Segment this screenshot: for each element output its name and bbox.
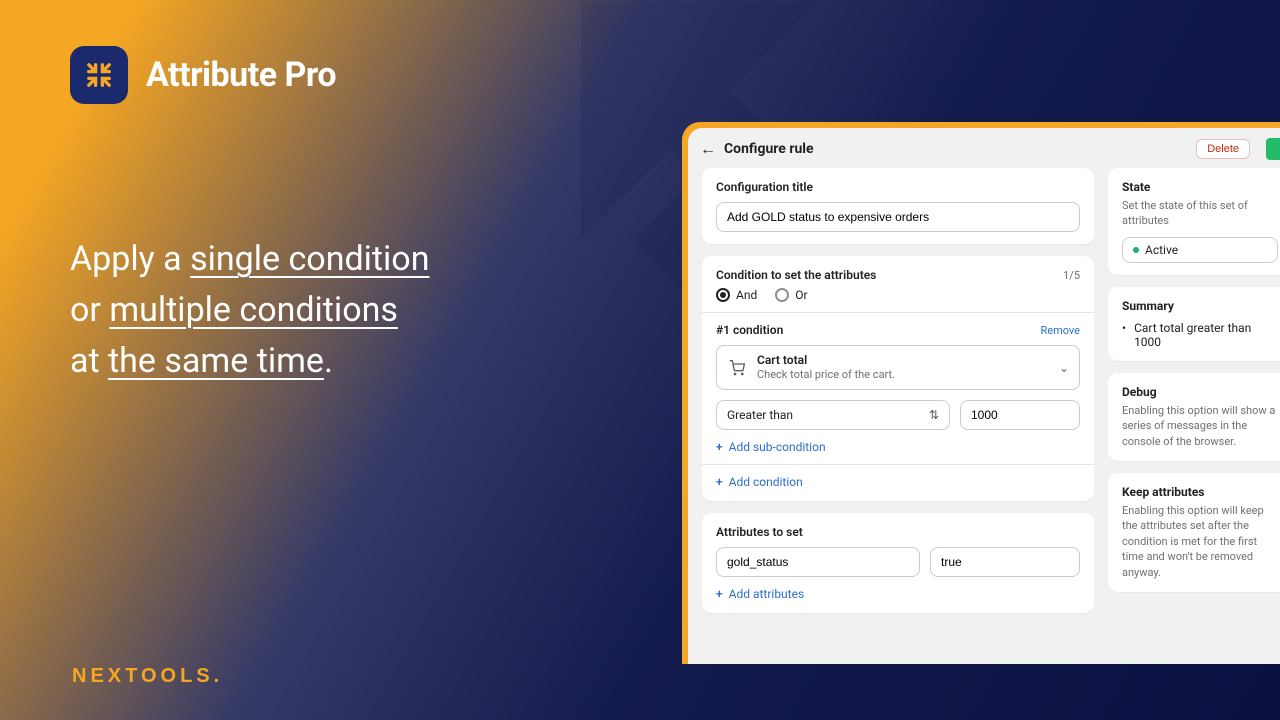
add-attributes-link[interactable]: + Add attributes [716, 587, 804, 601]
keep-desc: Enabling this option will keep the attri… [1122, 503, 1278, 580]
app-name: Attribute Pro [146, 55, 336, 95]
add-sub-condition-link[interactable]: + Add sub-condition [716, 440, 826, 454]
link-label: Add condition [729, 475, 803, 489]
condition-type-desc: Check total price of the cart. [757, 367, 895, 382]
remove-condition-link[interactable]: Remove [1040, 324, 1080, 337]
topbar: ← Configure rule Delete [688, 128, 1280, 168]
delete-button[interactable]: Delete [1196, 139, 1250, 159]
condition-number: #1 condition [716, 323, 783, 337]
plus-icon: + [716, 475, 723, 489]
state-value: Active [1145, 243, 1178, 257]
promo-area: Attribute Pro Apply a single condition o… [70, 46, 630, 387]
link-label: Add attributes [729, 587, 805, 601]
attributes-card: Attributes to set + Add attributes [702, 513, 1094, 613]
state-card: State Set the state of this set of attri… [1108, 168, 1280, 275]
plus-icon: + [716, 587, 723, 601]
conditions-count: 1/5 [1063, 269, 1080, 282]
config-title-label: Configuration title [716, 180, 1080, 194]
state-select[interactable]: Active [1122, 237, 1278, 263]
headline: Apply a single condition or multiple con… [70, 234, 630, 387]
chevron-down-icon: ⌄ [1059, 361, 1069, 375]
app-panel-frame: ← Configure rule Delete Configuration ti… [682, 122, 1280, 664]
operator-select[interactable]: Greater than ⇅ [716, 400, 950, 430]
summary-item: Cart total greater than 1000 [1122, 321, 1278, 349]
headline-underline: the same time [108, 341, 324, 381]
logic-and-radio[interactable]: And [716, 288, 757, 302]
back-arrow-icon[interactable]: ← [700, 139, 716, 159]
headline-underline: multiple conditions [109, 290, 398, 330]
add-condition-link[interactable]: + Add condition [716, 475, 803, 489]
condition-type-select[interactable]: Cart total Check total price of the cart… [716, 345, 1080, 390]
attributes-header: Attributes to set [716, 525, 1080, 539]
state-title: State [1122, 180, 1278, 194]
operator-value: Greater than [727, 408, 793, 422]
brand-logo: NEXTOOLS. [72, 665, 223, 688]
condition-type-title: Cart total [757, 353, 895, 367]
radio-dot-icon [775, 288, 789, 302]
keep-attributes-card: Keep attributes Enabling this option wil… [1108, 473, 1280, 592]
app-panel: ← Configure rule Delete Configuration ti… [688, 128, 1280, 664]
logic-or-radio[interactable]: Or [775, 288, 807, 302]
conditions-card: Condition to set the attributes 1/5 And … [702, 256, 1094, 501]
config-title-card: Configuration title [702, 168, 1094, 244]
attribute-value-input[interactable] [930, 547, 1080, 577]
headline-text: or [70, 290, 109, 330]
select-caret-icon: ⇅ [929, 408, 939, 422]
headline-text: . [324, 341, 333, 381]
headline-text: at [70, 341, 108, 381]
condition-value-input[interactable] [960, 400, 1080, 430]
attribute-key-input[interactable] [716, 547, 920, 577]
radio-dot-icon [716, 288, 730, 302]
debug-card: Debug Enabling this option will show a s… [1108, 373, 1280, 461]
avatar[interactable] [1266, 138, 1280, 160]
headline-text: Apply a [70, 239, 190, 279]
link-label: Add sub-condition [729, 440, 826, 454]
status-dot-icon [1133, 247, 1139, 253]
page-title: Configure rule [724, 141, 1188, 157]
conditions-header: Condition to set the attributes [716, 268, 876, 282]
summary-title: Summary [1122, 299, 1278, 313]
cart-icon [727, 358, 747, 378]
plus-icon: + [716, 440, 723, 454]
config-title-input[interactable] [716, 202, 1080, 232]
debug-title: Debug [1122, 385, 1278, 399]
debug-desc: Enabling this option will show a series … [1122, 403, 1278, 449]
headline-underline: single condition [190, 239, 429, 279]
keep-title: Keep attributes [1122, 485, 1278, 499]
summary-card: Summary Cart total greater than 1000 [1108, 287, 1280, 361]
radio-label: And [736, 288, 757, 302]
state-desc: Set the state of this set of attributes [1122, 198, 1278, 229]
radio-label: Or [795, 288, 807, 302]
app-icon [70, 46, 128, 104]
